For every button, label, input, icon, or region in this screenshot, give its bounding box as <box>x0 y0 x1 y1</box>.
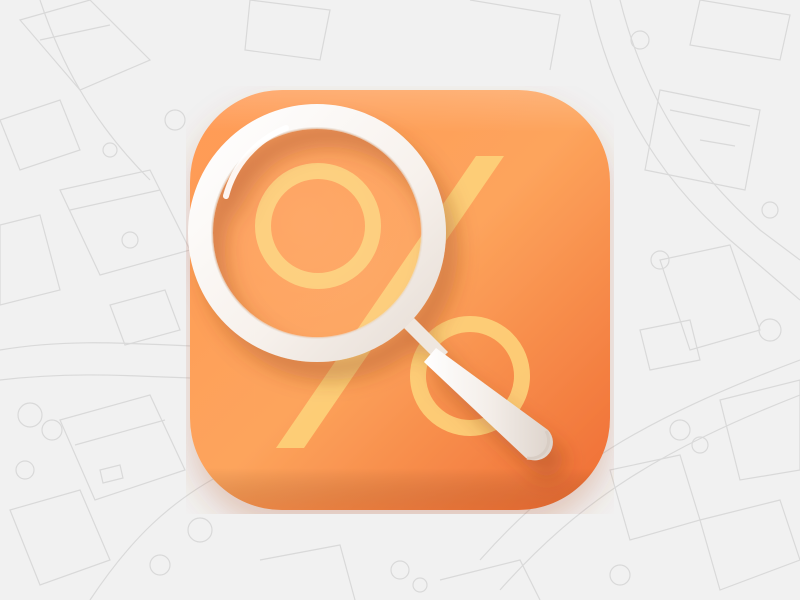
icon-showcase <box>0 0 800 600</box>
discount-search-app-icon[interactable] <box>186 86 614 514</box>
